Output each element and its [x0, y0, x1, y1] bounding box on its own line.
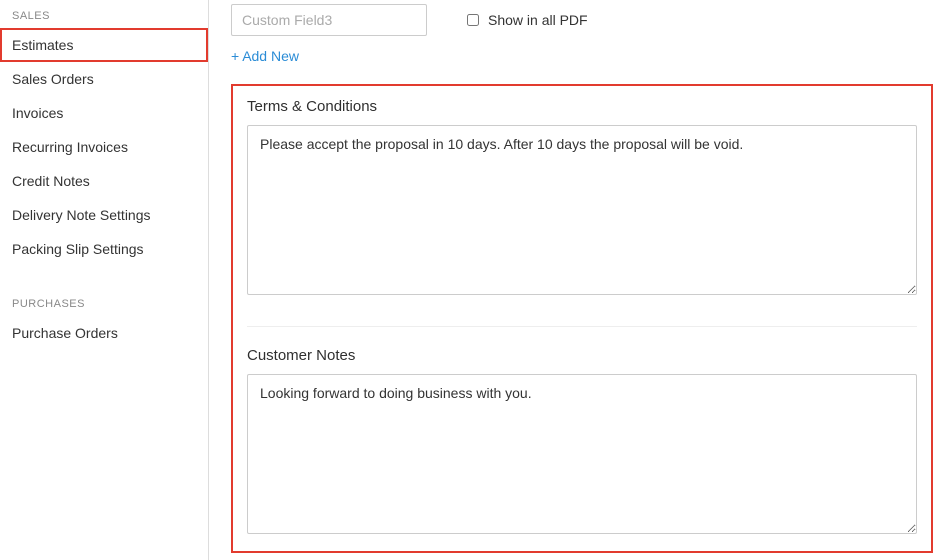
sidebar-item-invoices[interactable]: Invoices: [0, 96, 208, 130]
sidebar-item-label: Credit Notes: [12, 173, 90, 189]
custom-field-row: Show in all PDF: [231, 4, 933, 36]
sidebar-item-purchase-orders[interactable]: Purchase Orders: [0, 316, 208, 350]
sidebar-section-purchases: PURCHASES: [0, 292, 208, 316]
sidebar-item-label: Sales Orders: [12, 71, 94, 87]
divider: [247, 326, 917, 327]
terms-label: Terms & Conditions: [247, 98, 917, 115]
highlight-box: Terms & Conditions Customer Notes: [231, 84, 933, 553]
sidebar-item-sales-orders[interactable]: Sales Orders: [0, 62, 208, 96]
terms-block: Terms & Conditions: [247, 98, 917, 298]
terms-textarea[interactable]: [247, 125, 917, 295]
sidebar-item-label: Purchase Orders: [12, 325, 118, 341]
sidebar-item-label: Estimates: [12, 37, 73, 53]
sidebar-item-label: Packing Slip Settings: [12, 241, 144, 257]
show-in-all-pdf-label: Show in all PDF: [488, 12, 588, 28]
sidebar-item-credit-notes[interactable]: Credit Notes: [0, 164, 208, 198]
sidebar-item-delivery-note-settings[interactable]: Delivery Note Settings: [0, 198, 208, 232]
add-new-label: Add New: [242, 48, 299, 64]
sidebar-item-estimates[interactable]: Estimates: [0, 28, 208, 62]
sidebar-item-label: Delivery Note Settings: [12, 207, 151, 223]
sidebar-item-packing-slip-settings[interactable]: Packing Slip Settings: [0, 232, 208, 266]
add-new-button[interactable]: + Add New: [231, 48, 299, 64]
main-content: Show in all PDF + Add New Terms & Condit…: [209, 0, 943, 560]
notes-block: Customer Notes: [247, 347, 917, 537]
plus-icon: +: [231, 49, 239, 63]
notes-textarea[interactable]: [247, 374, 917, 534]
sidebar-item-label: Recurring Invoices: [12, 139, 128, 155]
show-in-all-pdf-checkbox[interactable]: [467, 14, 479, 26]
sidebar-item-label: Invoices: [12, 105, 63, 121]
custom-field-input[interactable]: [231, 4, 427, 36]
notes-label: Customer Notes: [247, 347, 917, 364]
sidebar-item-recurring-invoices[interactable]: Recurring Invoices: [0, 130, 208, 164]
sidebar-section-sales: SALES: [0, 4, 208, 28]
sidebar: SALES Estimates Sales Orders Invoices Re…: [0, 0, 209, 560]
show-in-all-pdf-wrap[interactable]: Show in all PDF: [463, 11, 588, 29]
